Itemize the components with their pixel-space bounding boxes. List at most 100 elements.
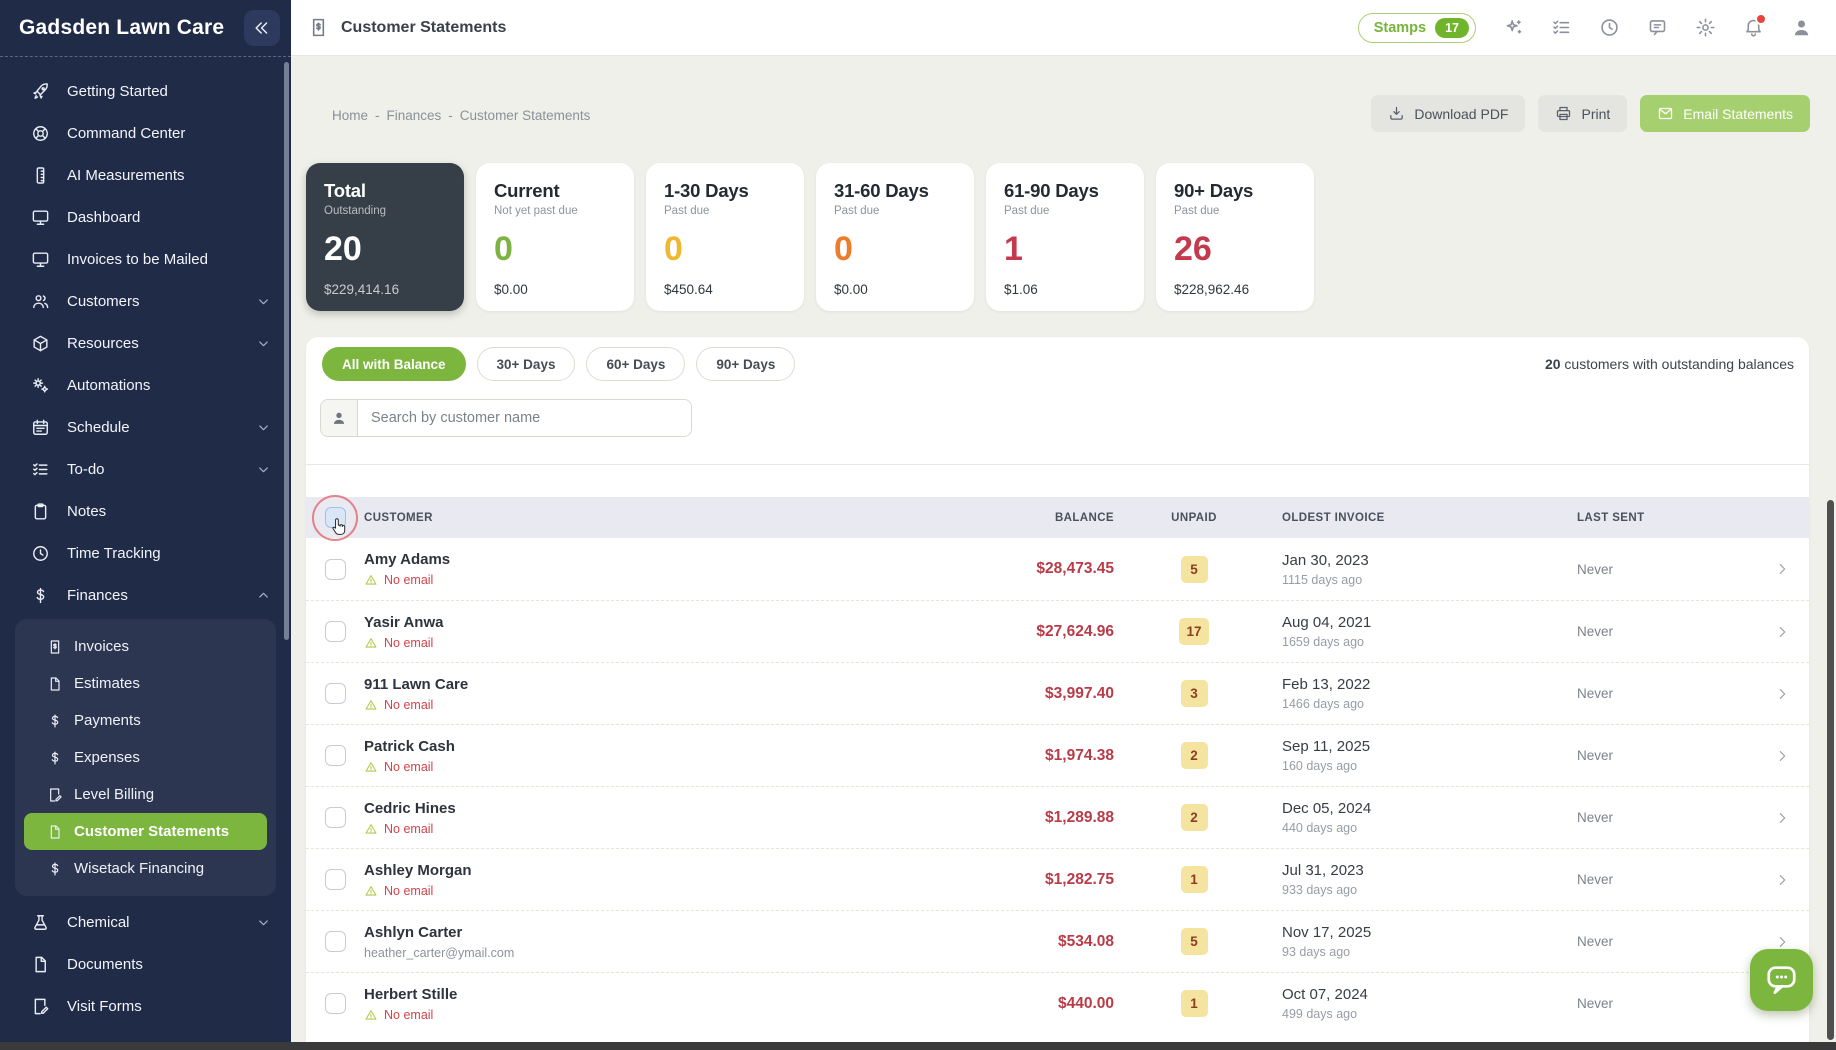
rocket-icon: [31, 82, 50, 101]
chat-fab-button[interactable]: [1750, 949, 1813, 1011]
filter-all-with-balance[interactable]: All with Balance: [322, 347, 466, 381]
column-header-customer[interactable]: CUSTOMER: [364, 512, 974, 524]
sidebar-item-label: Finances: [67, 587, 128, 604]
chevron-right-icon[interactable]: [1774, 934, 1790, 950]
warning-icon: [364, 573, 378, 587]
sidebar-item-chemical[interactable]: Chemical: [0, 901, 291, 943]
select-all-checkbox[interactable]: [325, 507, 346, 528]
column-header-balance[interactable]: BALANCE: [974, 512, 1114, 524]
sidebar-item-visit-forms[interactable]: Visit Forms: [0, 985, 291, 1027]
table-row[interactable]: Ashley Morgan No email $1,282.75 1 Jul 3…: [306, 848, 1809, 910]
card-title: 1-30 Days: [664, 180, 794, 202]
page-scrollbar[interactable]: [1827, 500, 1834, 1040]
sidebar-item-time-tracking[interactable]: Time Tracking: [0, 532, 291, 574]
stamps-button[interactable]: Stamps 17: [1358, 13, 1476, 43]
sidebar-item-label: Visit Forms: [67, 998, 142, 1015]
statement-icon: [308, 17, 329, 38]
statements-panel: All with Balance 30+ Days 60+ Days 90+ D…: [306, 337, 1809, 1042]
search-input[interactable]: [358, 400, 691, 436]
column-header-last-sent[interactable]: LAST SENT: [1569, 512, 1754, 524]
bell-icon[interactable]: [1743, 17, 1764, 38]
table-row[interactable]: Yasir Anwa No email $27,624.96 17 Aug 04…: [306, 600, 1809, 662]
unpaid-count-badge: 5: [1181, 556, 1208, 583]
sidebar-subitem-payments[interactable]: Payments: [24, 702, 267, 739]
row-checkbox[interactable]: [325, 993, 346, 1014]
document-pen-icon: [31, 997, 50, 1016]
sidebar-item-finances[interactable]: Finances: [0, 574, 291, 616]
row-checkbox[interactable]: [325, 621, 346, 642]
table-row[interactable]: Cedric Hines No email $1,289.88 2 Dec 05…: [306, 786, 1809, 848]
filter-30-days[interactable]: 30+ Days: [477, 347, 576, 381]
sidebar-item-ai-measurements[interactable]: AI Measurements: [0, 154, 291, 196]
card-count: 0: [834, 230, 964, 269]
row-checkbox[interactable]: [325, 807, 346, 828]
sidebar-subitem-expenses[interactable]: Expenses: [24, 739, 267, 776]
column-header-oldest-invoice[interactable]: OLDEST INVOICE: [1274, 512, 1569, 524]
column-header-unpaid[interactable]: UNPAID: [1114, 512, 1274, 524]
aging-card-current[interactable]: Current Not yet past due 0 $0.00: [476, 163, 634, 311]
history-clock-icon[interactable]: [1599, 17, 1620, 38]
tasks-icon[interactable]: [1551, 17, 1572, 38]
chevron-right-icon[interactable]: [1774, 810, 1790, 826]
aging-card-90-plus[interactable]: 90+ Days Past due 26 $228,962.46: [1156, 163, 1314, 311]
table-row[interactable]: Herbert Stille No email $440.00 1 Oct 07…: [306, 972, 1809, 1034]
sidebar-collapse-button[interactable]: [244, 10, 280, 46]
sidebar: Gadsden Lawn Care Getting Started Comman…: [0, 0, 291, 1042]
sidebar-subitem-estimates[interactable]: Estimates: [24, 665, 267, 702]
aging-card-61-90[interactable]: 61-90 Days Past due 1 $1.06: [986, 163, 1144, 311]
card-title: 90+ Days: [1174, 180, 1304, 202]
chevron-right-icon[interactable]: [1774, 624, 1790, 640]
sidebar-item-label: Command Center: [67, 125, 185, 142]
notification-dot: [1755, 13, 1767, 25]
sidebar-item-notes[interactable]: Notes: [0, 490, 291, 532]
sparkles-icon[interactable]: [1503, 17, 1524, 38]
card-title: Current: [494, 180, 624, 202]
sidebar-scrollbar[interactable]: [284, 62, 289, 640]
sidebar-item-schedule[interactable]: Schedule: [0, 406, 291, 448]
table-row[interactable]: Patrick Cash No email $1,974.38 2 Sep 11…: [306, 724, 1809, 786]
sidebar-item-dashboard[interactable]: Dashboard: [0, 196, 291, 238]
sidebar-item-resources[interactable]: Resources: [0, 322, 291, 364]
sidebar-subitem-level-billing[interactable]: Level Billing: [24, 776, 267, 813]
breadcrumb-finances[interactable]: Finances: [387, 108, 442, 123]
messages-icon[interactable]: [1647, 17, 1668, 38]
sidebar-item-command-center[interactable]: Command Center: [0, 112, 291, 154]
aging-card-1-30[interactable]: 1-30 Days Past due 0 $450.64: [646, 163, 804, 311]
sidebar-item-documents[interactable]: Documents: [0, 943, 291, 985]
sidebar-subitem-invoices[interactable]: Invoices: [24, 628, 267, 665]
sidebar-item-todo[interactable]: To-do: [0, 448, 291, 490]
gear-icon[interactable]: [1695, 17, 1716, 38]
profile-avatar-icon[interactable]: [1791, 17, 1812, 38]
customers-count: 20: [1545, 356, 1561, 372]
sidebar-item-automations[interactable]: Automations: [0, 364, 291, 406]
document-icon: [47, 824, 63, 840]
row-checkbox[interactable]: [325, 559, 346, 580]
chevron-right-icon[interactable]: [1774, 686, 1790, 702]
sidebar-item-invoices-to-be-mailed[interactable]: Invoices to be Mailed: [0, 238, 291, 280]
sidebar-item-customers[interactable]: Customers: [0, 280, 291, 322]
table-row[interactable]: Ashlyn Carter heather_carter@ymail.com $…: [306, 910, 1809, 972]
aging-card-total[interactable]: Total Outstanding 20 $229,414.16: [306, 163, 464, 311]
table-row[interactable]: Amy Adams No email $28,473.45 5 Jan 30, …: [306, 538, 1809, 600]
table-row[interactable]: 911 Lawn Care No email $3,997.40 3 Feb 1…: [306, 662, 1809, 724]
row-checkbox[interactable]: [325, 869, 346, 890]
customer-email: No email: [384, 573, 433, 587]
download-pdf-button[interactable]: Download PDF: [1371, 95, 1525, 132]
aging-card-31-60[interactable]: 31-60 Days Past due 0 $0.00: [816, 163, 974, 311]
chevron-right-icon[interactable]: [1774, 872, 1790, 888]
row-checkbox[interactable]: [325, 683, 346, 704]
row-checkbox[interactable]: [325, 745, 346, 766]
print-button[interactable]: Print: [1538, 95, 1627, 132]
sidebar-item-label: To-do: [67, 461, 105, 478]
filter-90-days[interactable]: 90+ Days: [696, 347, 795, 381]
customer-name: Amy Adams: [364, 551, 974, 568]
sidebar-subitem-customer-statements[interactable]: Customer Statements: [24, 813, 267, 850]
row-checkbox[interactable]: [325, 931, 346, 952]
sidebar-item-getting-started[interactable]: Getting Started: [0, 70, 291, 112]
chevron-right-icon[interactable]: [1774, 748, 1790, 764]
email-statements-button[interactable]: Email Statements: [1640, 95, 1810, 132]
chevron-right-icon[interactable]: [1774, 561, 1790, 577]
sidebar-subitem-wisetack-financing[interactable]: Wisetack Financing: [24, 850, 267, 887]
breadcrumb-home[interactable]: Home: [332, 108, 368, 123]
filter-60-days[interactable]: 60+ Days: [586, 347, 685, 381]
